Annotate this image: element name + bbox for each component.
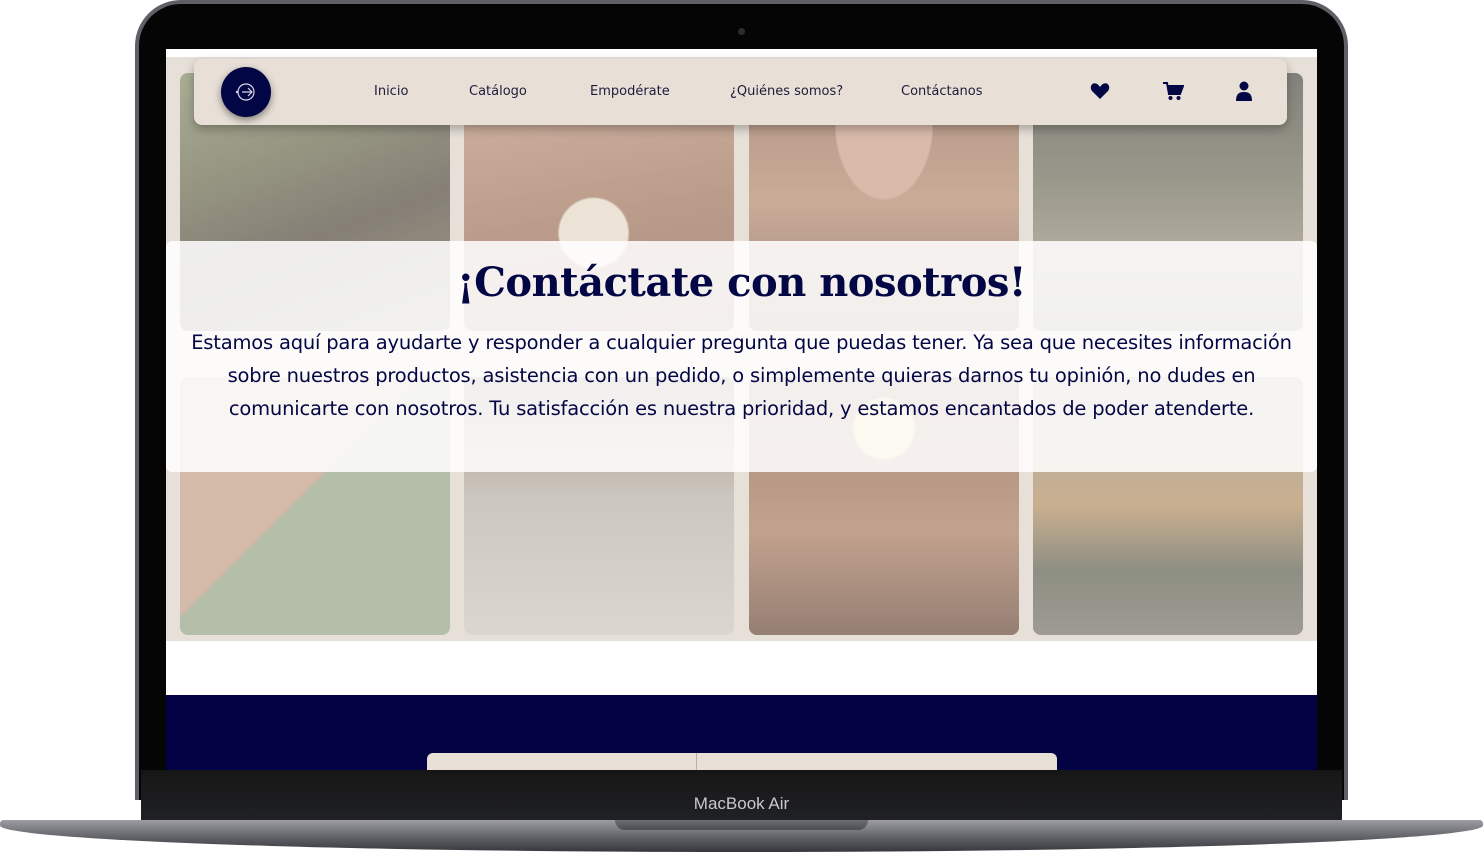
user-icon[interactable] <box>1233 80 1255 102</box>
camera-dot <box>738 28 745 35</box>
brand-logo[interactable] <box>221 67 271 117</box>
intro-paragraph: Estamos aquí para ayudarte y responder a… <box>191 331 1292 420</box>
contact-card <box>427 753 1057 770</box>
laptop-notch <box>615 820 868 830</box>
top-navbar: Inicio Catálogo Empodérate ¿Quiénes somo… <box>194 59 1287 125</box>
contact-intro-panel: ¡Contáctate con nosotros! Estamos aquí p… <box>166 241 1317 472</box>
contact-section-band <box>166 695 1317 770</box>
nav-link-contactanos[interactable]: Contáctanos <box>901 84 983 99</box>
nav-link-quienes-somos[interactable]: ¿Quiénes somos? <box>730 84 843 99</box>
page-title: ¡Contáctate con nosotros! <box>457 259 1026 306</box>
nav-link-empoderate[interactable]: Empodérate <box>590 84 670 99</box>
screen: Inicio Catálogo Empodérate ¿Quiénes somo… <box>166 49 1317 770</box>
device-label: MacBook Air <box>693 794 790 813</box>
nav-link-catalogo[interactable]: Catálogo <box>469 84 527 99</box>
contact-card-divider <box>696 753 697 770</box>
logo-mark-icon <box>235 83 255 101</box>
nav-link-inicio[interactable]: Inicio <box>374 84 408 99</box>
heart-icon[interactable] <box>1089 80 1111 102</box>
cart-icon[interactable] <box>1162 80 1184 102</box>
